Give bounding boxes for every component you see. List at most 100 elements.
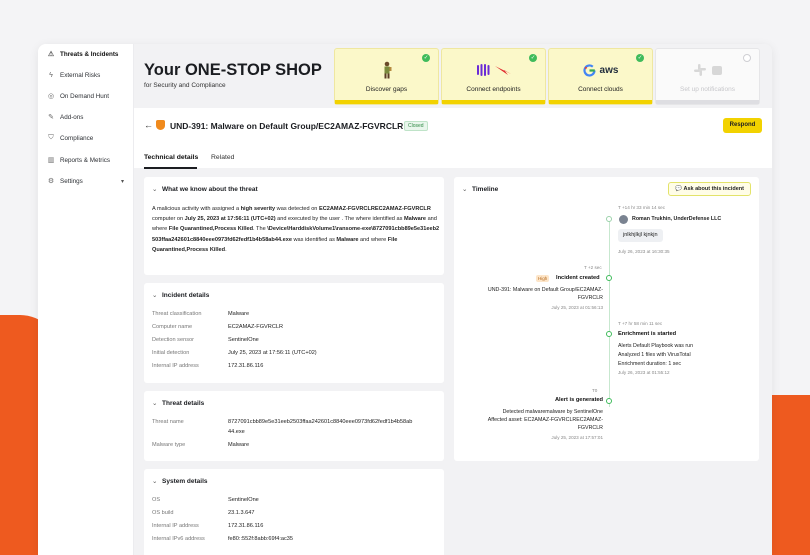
card-connect-endpoints[interactable]: ✓ Connect endpoints: [441, 48, 546, 105]
panel-system-details: ⌄ System details OS SentinelOne OS build …: [144, 469, 444, 555]
chevron-down-icon: ⌄: [152, 400, 158, 407]
timeline-dot: [606, 275, 612, 281]
card-label: Connect endpoints: [466, 86, 521, 93]
event-text: Analyzed 1 files with VirusTotal: [618, 352, 691, 358]
timeline-dot: [606, 398, 612, 404]
timeline-line: [609, 217, 610, 407]
detail-key: Computer name: [152, 324, 193, 330]
detail-value: fe80::552f:8abb:69f4:ac35: [228, 536, 294, 542]
detail-key: OS: [152, 497, 161, 503]
sidebar-item-reports-metrics[interactable]: ▥ Reports & Metrics: [46, 152, 128, 168]
sidebar-item-label: Settings: [60, 177, 83, 185]
threat-summary-text: A malicious activity with assigned a hig…: [152, 206, 440, 253]
event-offset: T +7 hr 58 min 11 sec: [618, 321, 663, 326]
detail-key: Internal IP address: [152, 523, 199, 529]
detail-key: OS build: [152, 510, 174, 516]
respond-button[interactable]: Respond: [723, 118, 762, 133]
tab-related[interactable]: Related: [211, 154, 234, 161]
chevron-down-icon: ▾: [120, 178, 124, 185]
card-progress-bar: [335, 100, 438, 104]
event-text: UND-391: Malware on Default Group/EC2AMA…: [487, 287, 603, 293]
sidebar-item-label: External Risks: [60, 71, 101, 79]
main-content: Your ONE-STOP SHOP for Security and Comp…: [134, 44, 772, 555]
event-text: FGVRCLR: [577, 295, 603, 301]
detail-key: Internal IPv6 address: [152, 536, 205, 542]
event-title: Incident created: [556, 275, 600, 281]
warning-icon: ⚠: [47, 51, 55, 58]
avatar: [619, 215, 628, 224]
detail-key: Initial detection: [152, 350, 190, 356]
event-offset: T +14 hr 33 min 14 sec: [618, 205, 666, 210]
endpoint-logos-icon: [442, 61, 545, 79]
card-progress-bar: [442, 100, 545, 104]
detail-key: Malware type: [152, 442, 186, 448]
banner-subtitle: for Security and Compliance: [144, 82, 226, 89]
explorer-icon: [335, 61, 438, 79]
incident-detail: ← UND-391: Malware on Default Group/EC2A…: [134, 108, 772, 555]
event-time: July 26, 2023 at 01:55:12: [618, 370, 670, 375]
card-connect-clouds[interactable]: ✓ aws Connect clouds: [548, 48, 653, 105]
card-label: Connect clouds: [578, 86, 623, 93]
detail-value: 172.31.86.116: [228, 363, 264, 369]
chevron-down-icon: ⌄: [462, 186, 468, 193]
comment-author: Roman Trukhin, UnderDefense LLC: [632, 216, 722, 222]
card-set-up-notifications[interactable]: ✓ Set up notifications: [655, 48, 760, 105]
detail-value: July 25, 2023 at 17:56:11 (UTC+02): [228, 350, 317, 356]
timeline-dot: [606, 331, 612, 337]
banner-title: Your ONE-STOP SHOP: [144, 61, 322, 79]
onboarding-banner: Your ONE-STOP SHOP for Security and Comp…: [134, 44, 772, 108]
sidebar: ⚠ Threats & Incidents ϟ External Risks ◎…: [38, 44, 134, 555]
gear-icon: ⚙: [47, 178, 55, 185]
sidebar-item-add-ons[interactable]: ✎ Add-ons: [46, 109, 128, 125]
incident-title: UND-391: Malware on Default Group/EC2AMA…: [170, 121, 404, 131]
detail-value: EC2AMAZ-FGVRCLR: [228, 324, 284, 330]
detail-value: 172.31.86.116: [228, 523, 264, 529]
ask-about-incident-button[interactable]: 💬 Ask about this incident: [668, 182, 751, 196]
event-title: Enrichment is started: [618, 331, 677, 337]
event-text: Detected malwaremalware by SentinelOne: [502, 409, 603, 415]
event-text: FGVRCLR: [577, 425, 603, 431]
target-icon: ◎: [47, 93, 55, 100]
severity-shield-icon: [156, 120, 165, 130]
detail-value: 23.1.3.647: [228, 510, 255, 516]
details-body: ⌄ What we know about the threat A malicio…: [134, 169, 772, 555]
chevron-down-icon: ⌄: [152, 478, 158, 485]
slack-icon: [656, 61, 759, 79]
status-badge: Closed: [404, 121, 428, 131]
detail-key: Threat classification: [152, 311, 202, 317]
event-text: Alerts Default Playbook was run: [618, 343, 694, 349]
back-arrow-icon[interactable]: ←: [144, 120, 153, 130]
panel-header[interactable]: ⌄ Threat details: [152, 399, 204, 407]
incident-header: ← UND-391: Malware on Default Group/EC2A…: [134, 108, 772, 169]
sidebar-item-label: Threats & Incidents: [60, 50, 119, 58]
panel-header[interactable]: ⌄ Incident details: [152, 291, 209, 299]
sidebar-item-on-demand-hunt[interactable]: ◎ On Demand Hunt: [46, 88, 128, 104]
event-text: Affected asset: EC2AMAZ-FGVRCLREC2AMAZ-: [487, 417, 603, 423]
sidebar-item-threats-incidents[interactable]: ⚠ Threats & Incidents: [46, 46, 128, 62]
tab-technical-details[interactable]: Technical details: [144, 154, 198, 161]
detail-key: Internal IP address: [152, 363, 199, 369]
detail-key: Threat name: [152, 419, 184, 425]
sidebar-item-compliance[interactable]: ⛉ Compliance: [46, 130, 128, 146]
event-text: Enrichment duration: 1 sec: [618, 361, 682, 367]
app-window: ⚠ Threats & Incidents ϟ External Risks ◎…: [38, 44, 772, 555]
card-discover-gaps[interactable]: ✓ Discover gaps: [334, 48, 439, 105]
panel-timeline: ⌄ Timeline 💬 Ask about this incident T +1…: [454, 177, 759, 461]
panel-header[interactable]: ⌄ What we know about the threat: [152, 185, 258, 193]
event-time: July 25, 2023 at 01:56:13: [551, 305, 603, 310]
panel-header[interactable]: ⌄ System details: [152, 477, 208, 485]
sidebar-item-external-risks[interactable]: ϟ External Risks: [46, 67, 128, 83]
event-offset: T0: [592, 388, 598, 393]
chevron-down-icon: ⌄: [152, 186, 158, 193]
detail-value: SentinelOne: [228, 337, 259, 343]
event-title: Alert is generated: [554, 397, 603, 403]
panel-header[interactable]: ⌄ Timeline: [462, 185, 498, 193]
sidebar-item-label: On Demand Hunt: [60, 92, 110, 100]
comment-bubble: jnlkhjlkjl kjnkjn: [618, 229, 663, 242]
sidebar-item-settings[interactable]: ⚙ Settings ▾: [46, 173, 128, 189]
event-offset: T +2 sec: [584, 265, 602, 270]
detail-key: Detection sensor: [152, 337, 194, 343]
card-label: Set up notifications: [680, 86, 735, 93]
card-progress-bar: [549, 100, 652, 104]
detail-value: 8727091cbb89e5e31eeb2503ffaa242601c8840e…: [228, 419, 413, 425]
